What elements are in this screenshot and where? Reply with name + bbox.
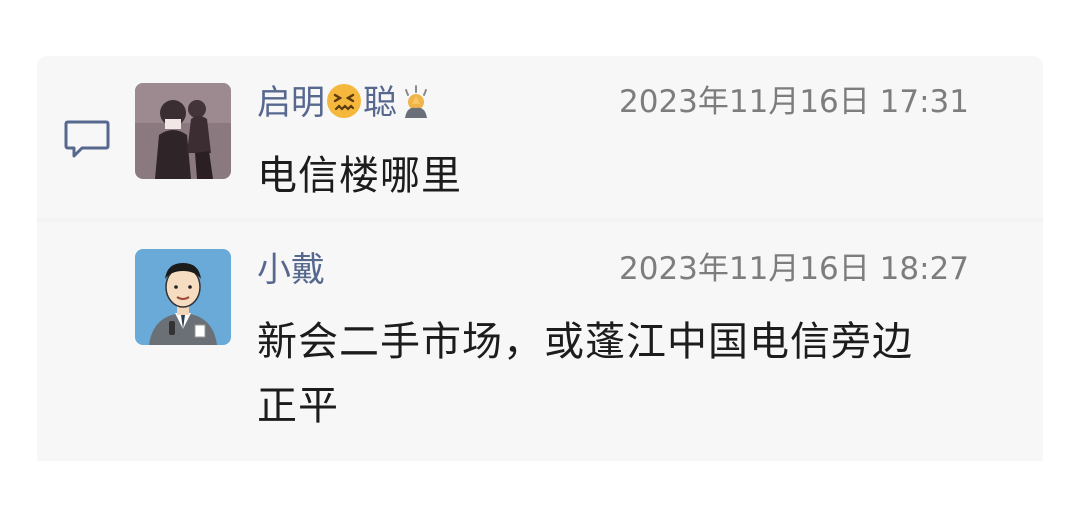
- cartoon-man-avatar[interactable]: [135, 249, 231, 345]
- dark-photo-avatar[interactable]: [135, 83, 231, 179]
- comment-text: 电信楼哪里: [257, 153, 462, 199]
- author-name: 启明: [257, 83, 325, 123]
- author-name-suffix: 聪: [363, 83, 397, 123]
- pray-emoji: [397, 82, 435, 129]
- comment-icon[interactable]: [62, 118, 112, 162]
- comment-text-line: 新会二手市场，或蓬江中国电信旁边: [257, 319, 913, 365]
- confounded-face-emoji: [325, 82, 363, 129]
- comment-text: 新会二手市场，或蓬江中国电信旁边 正平: [257, 310, 913, 438]
- comment-timestamp: 2023年11月16日 17:31: [619, 84, 969, 120]
- comment-author[interactable]: 启明 聪: [257, 82, 435, 129]
- comment-author[interactable]: 小戴: [257, 250, 325, 290]
- comment-divider: [37, 218, 1043, 222]
- comment-text-line: 正平: [257, 383, 339, 429]
- comment-timestamp: 2023年11月16日 18:27: [619, 251, 969, 287]
